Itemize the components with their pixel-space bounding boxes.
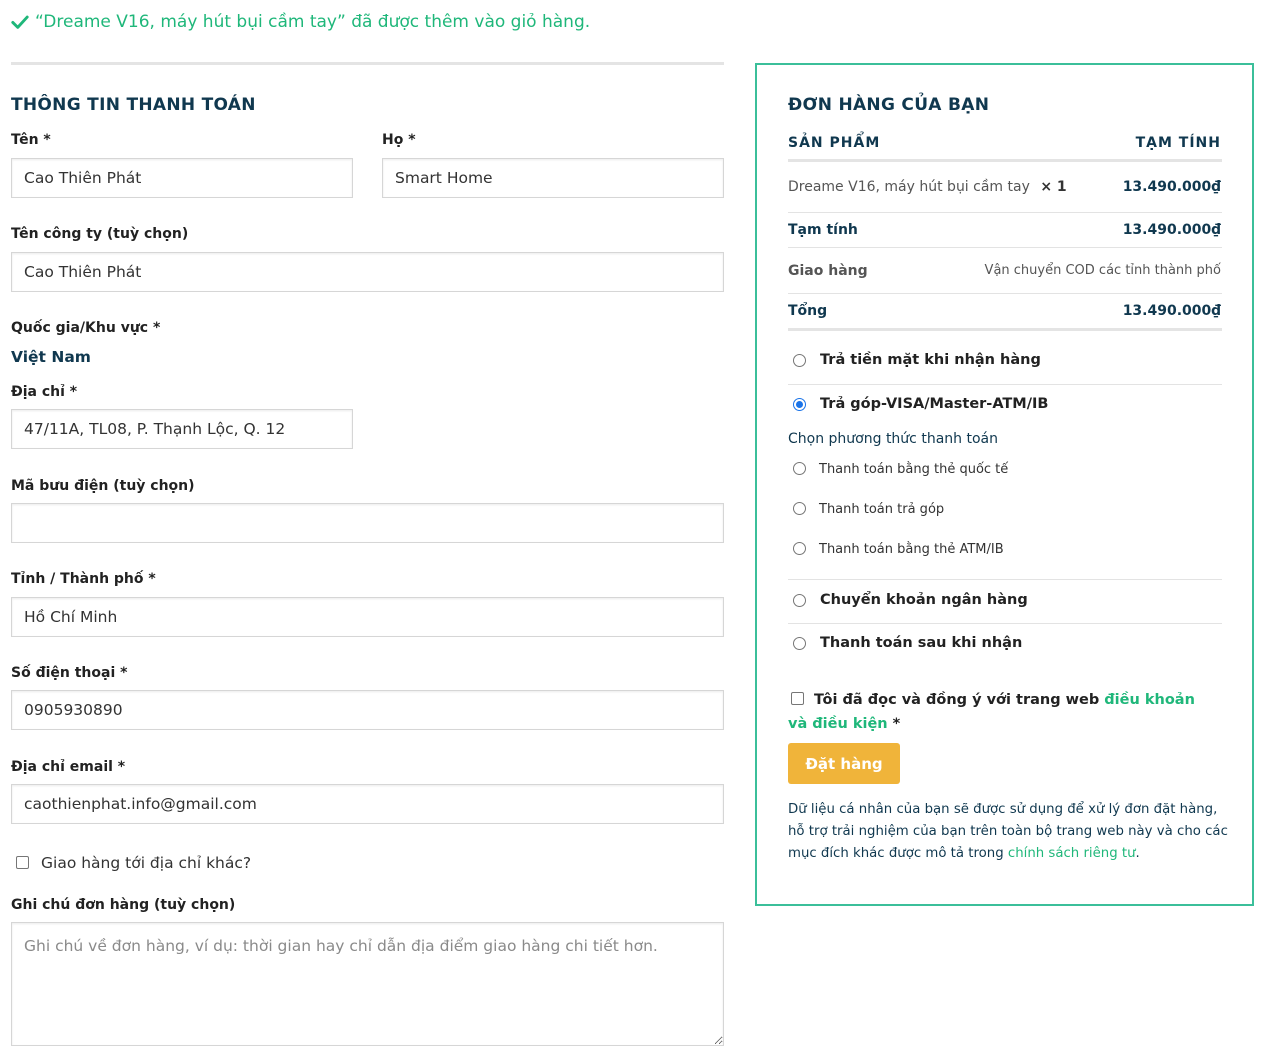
row-divider	[788, 623, 1222, 624]
first-name-field[interactable]: Cao Thiên Phát	[11, 158, 353, 198]
order-notes-field[interactable]	[11, 922, 724, 1046]
terms-prefix: Tôi đã đọc và đồng ý với trang web	[814, 692, 1105, 708]
email-field[interactable]: caothienphat.info@gmail.com	[11, 784, 724, 824]
sub-label-atm[interactable]: Thanh toán bằng thẻ ATM/IB	[819, 542, 1004, 557]
shipping-label: Giao hàng	[788, 263, 868, 279]
col-product-header: SẢN PHẨM	[788, 135, 881, 151]
subtotal-value: 13.490.000₫	[1122, 222, 1221, 238]
company-field[interactable]: Cao Thiên Phát	[11, 252, 724, 292]
ship-different-label: Giao hàng tới địa chỉ khác?	[41, 854, 252, 872]
payment-radio-bank-transfer[interactable]	[793, 594, 806, 607]
notes-label: Ghi chú đơn hàng (tuỳ chọn)	[11, 897, 236, 913]
order-review-box: ĐƠN HÀNG CỦA BẠN SẢN PHẨM TẠM TÍNH Dream…	[755, 63, 1254, 906]
terms-agreement: Tôi đã đọc và đồng ý với trang web điều …	[788, 688, 1218, 736]
total-label: Tổng	[788, 303, 828, 319]
postcode-field[interactable]	[11, 503, 724, 543]
item-name: Dreame V16, máy hút bụi cầm tay	[788, 179, 1030, 195]
sub-radio-international-card[interactable]	[793, 462, 806, 475]
country-value: Việt Nam	[11, 348, 91, 366]
payment-sub-heading: Chọn phương thức thanh toán	[788, 431, 998, 447]
col-subtotal-header: TẠM TÍNH	[1135, 135, 1221, 151]
first-name-label: Tên *	[11, 132, 51, 148]
item-price: 13.490.000₫	[1122, 179, 1221, 195]
email-label: Địa chỉ email *	[11, 759, 126, 775]
last-name-field[interactable]: Smart Home	[382, 158, 724, 198]
payment-label-bank-transfer[interactable]: Chuyển khoản ngân hàng	[820, 592, 1028, 608]
header-divider	[788, 159, 1222, 162]
billing-title: THÔNG TIN THANH TOÁN	[11, 95, 256, 115]
notice-text: “Dreame V16, máy hút bụi cầm tay” đã đượ…	[35, 12, 591, 32]
total-divider	[788, 328, 1222, 331]
payment-radio-pay-later[interactable]	[793, 637, 806, 650]
address-label: Địa chỉ *	[11, 384, 78, 400]
payment-radio-cod[interactable]	[793, 354, 806, 367]
payment-label-installment[interactable]: Trả góp-VISA/Master-ATM/IB	[820, 396, 1048, 412]
phone-field[interactable]: 0905930890	[11, 690, 724, 730]
shipping-value: Vận chuyển COD các tỉnh thành phố	[984, 263, 1221, 278]
row-divider	[788, 579, 1222, 580]
sub-radio-installment[interactable]	[793, 502, 806, 515]
ship-different-checkbox[interactable]	[16, 856, 29, 869]
terms-checkbox[interactable]	[791, 692, 804, 705]
payment-radio-installment[interactable]	[793, 398, 806, 411]
order-item-row: Dreame V16, máy hút bụi cầm tay × 1	[788, 179, 1067, 195]
sub-radio-atm[interactable]	[793, 542, 806, 555]
payment-label-cod[interactable]: Trả tiền mặt khi nhận hàng	[820, 352, 1041, 368]
sub-label-international-card[interactable]: Thanh toán bằng thẻ quốc tế	[819, 462, 1008, 477]
item-qty: × 1	[1040, 179, 1067, 195]
added-to-cart-notice: “Dreame V16, máy hút bụi cầm tay” đã đượ…	[11, 12, 590, 32]
country-label: Quốc gia/Khu vực *	[11, 320, 161, 336]
total-value: 13.490.000₫	[1122, 303, 1221, 319]
order-title: ĐƠN HÀNG CỦA BẠN	[788, 95, 990, 115]
city-label: Tỉnh / Thành phố *	[11, 571, 156, 587]
row-divider	[788, 384, 1222, 385]
check-icon	[11, 15, 29, 29]
address-field[interactable]: 47/11A, TL08, P. Thạnh Lộc, Q. 12	[11, 409, 353, 449]
place-order-button[interactable]: Đặt hàng	[788, 743, 900, 784]
postcode-label: Mã bưu điện (tuỳ chọn)	[11, 478, 195, 494]
row-divider	[788, 293, 1222, 294]
row-divider	[788, 247, 1222, 248]
row-divider	[788, 212, 1222, 213]
subtotal-label: Tạm tính	[788, 222, 858, 238]
terms-suffix: *	[887, 716, 901, 732]
privacy-policy-link[interactable]: chính sách riêng tư	[1008, 846, 1136, 861]
section-divider	[11, 62, 724, 65]
privacy-notice: Dữ liệu cá nhân của bạn sẽ được sử dụng …	[788, 799, 1228, 865]
city-field[interactable]: Hồ Chí Minh	[11, 597, 724, 637]
last-name-label: Họ *	[382, 132, 416, 148]
billing-section: THÔNG TIN THANH TOÁN Tên * Cao Thiên Phá…	[11, 62, 724, 1046]
phone-label: Số điện thoại *	[11, 665, 128, 681]
payment-label-pay-later[interactable]: Thanh toán sau khi nhận	[820, 635, 1022, 651]
privacy-end: .	[1135, 846, 1140, 861]
sub-label-installment[interactable]: Thanh toán trả góp	[819, 502, 944, 517]
company-label: Tên công ty (tuỳ chọn)	[11, 226, 189, 242]
